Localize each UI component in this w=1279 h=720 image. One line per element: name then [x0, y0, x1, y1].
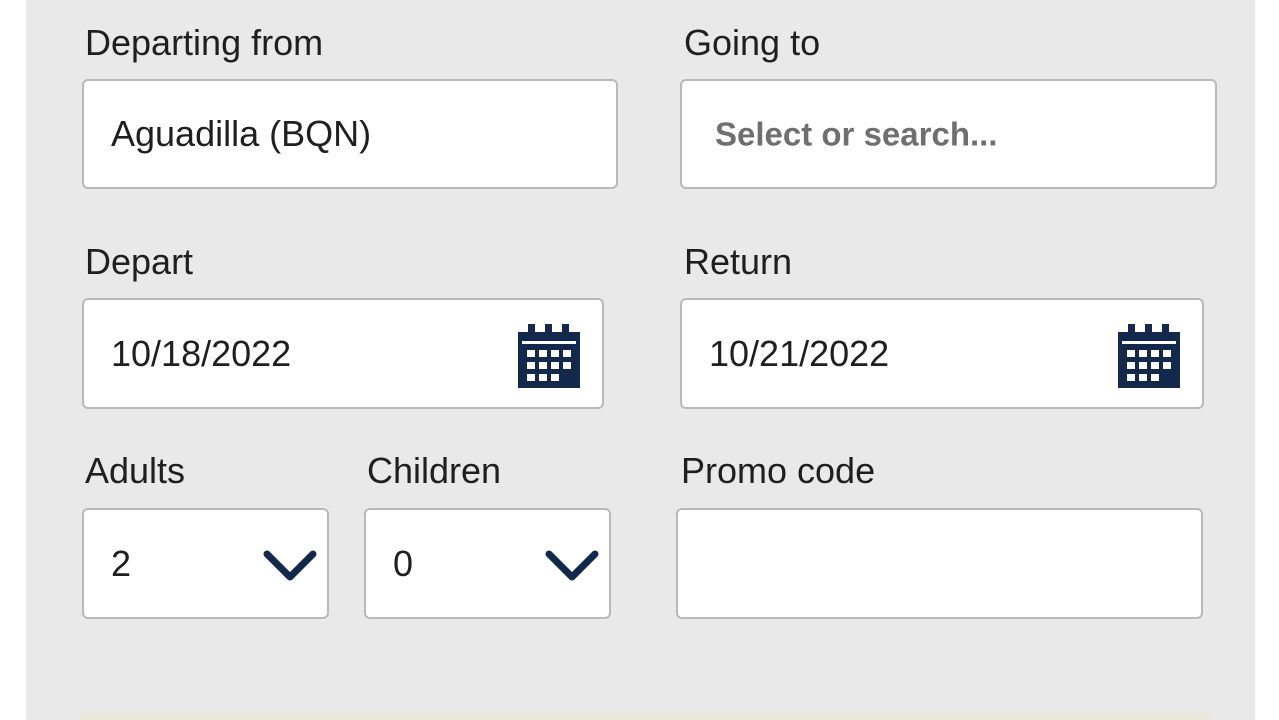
adults-value: 2 [111, 542, 132, 584]
promo-code-field[interactable] [676, 508, 1203, 619]
children-value: 0 [393, 542, 414, 584]
depart-date-field[interactable]: 10/18/2022 [82, 298, 604, 409]
going-to-field[interactable]: Select or search... [680, 79, 1217, 189]
calendar-icon[interactable] [518, 324, 580, 388]
going-to-placeholder: Select or search... [715, 115, 998, 153]
departing-from-label: Departing from [85, 22, 324, 63]
depart-date-value: 10/18/2022 [111, 332, 292, 374]
adults-select[interactable]: 2 [82, 508, 329, 619]
children-label: Children [367, 450, 502, 491]
return-date-field[interactable]: 10/21/2022 [680, 298, 1204, 409]
going-to-label: Going to [684, 22, 821, 63]
departing-from-value: Aguadilla (BQN) [111, 113, 372, 154]
depart-label: Depart [85, 241, 194, 282]
return-label: Return [684, 241, 793, 282]
chevron-down-icon [263, 550, 317, 581]
adults-label: Adults [85, 450, 186, 491]
return-date-value: 10/21/2022 [709, 332, 890, 374]
calendar-icon[interactable] [1118, 324, 1180, 388]
bottom-edge-strip [80, 712, 1210, 720]
children-select[interactable]: 0 [364, 508, 611, 619]
chevron-down-icon [545, 550, 599, 581]
promo-code-label: Promo code [681, 450, 876, 491]
departing-from-field[interactable]: Aguadilla (BQN) [82, 79, 618, 189]
